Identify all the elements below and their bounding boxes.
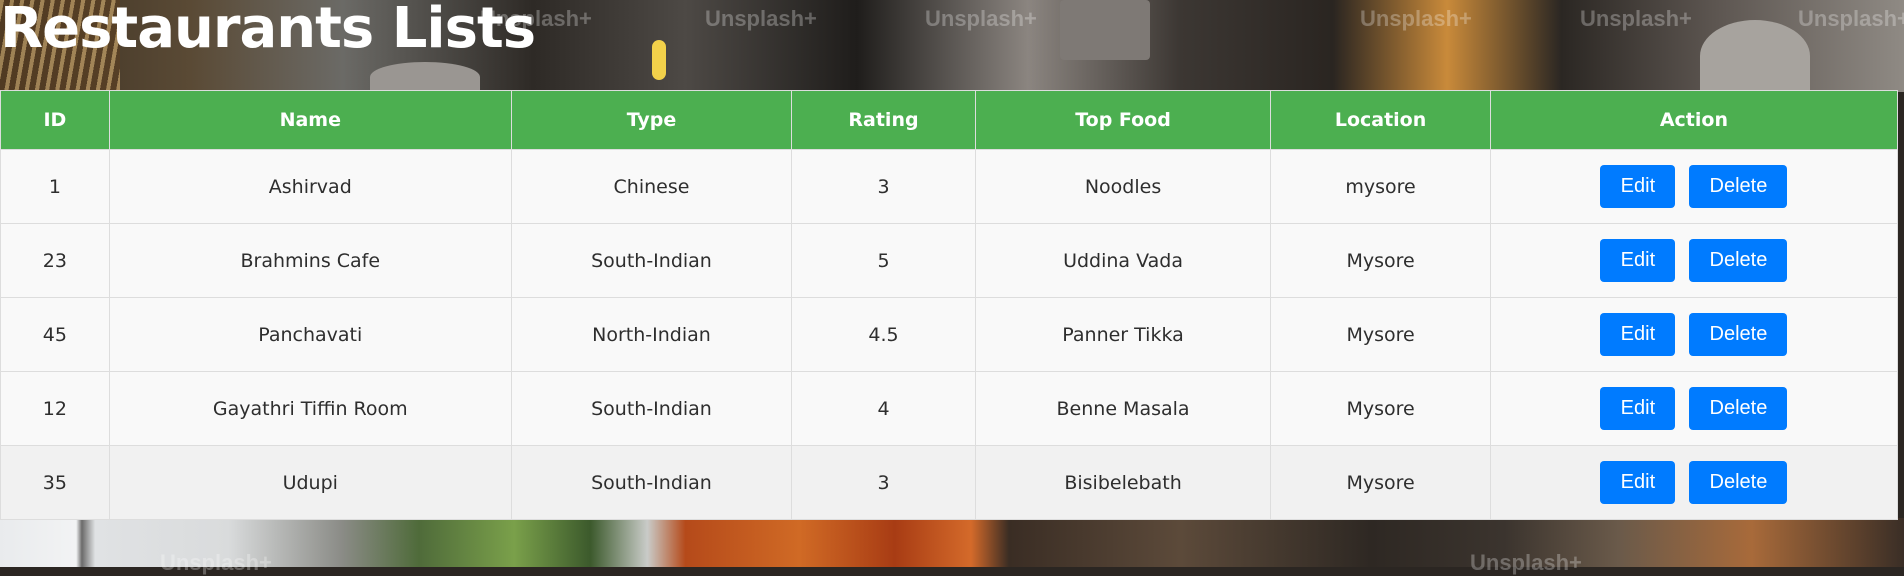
delete-button[interactable]: Delete [1689, 461, 1788, 504]
background-duct [370, 62, 480, 92]
cell-location: Mysore [1270, 445, 1491, 520]
cell-top-food: Benne Masala [974, 371, 1272, 446]
table-row: 35 Udupi South-Indian 3 Bisibelebath Mys… [0, 445, 1899, 520]
edit-button[interactable]: Edit [1600, 461, 1676, 504]
edit-button[interactable]: Edit [1600, 239, 1676, 282]
edit-button[interactable]: Edit [1600, 313, 1676, 356]
column-header-name: Name [108, 90, 512, 150]
delete-button[interactable]: Delete [1689, 165, 1788, 208]
table-row: 23 Brahmins Cafe South-Indian 5 Uddina V… [0, 223, 1899, 298]
cell-top-food: Noodles [974, 149, 1272, 224]
cell-action: Edit Delete [1489, 149, 1899, 224]
page-title: Restaurants Lists [0, 0, 536, 61]
column-header-action: Action [1489, 90, 1899, 150]
background-duct [1700, 20, 1810, 92]
cell-id: 23 [0, 223, 110, 298]
watermark-text: Unsplash+ [925, 6, 1037, 31]
cell-name: Ashirvad [108, 149, 512, 224]
cell-top-food: Panner Tikka [974, 297, 1272, 372]
cell-location: Mysore [1270, 371, 1491, 446]
delete-button[interactable]: Delete [1689, 313, 1788, 356]
cell-name: Udupi [108, 445, 512, 520]
cell-type: North-Indian [510, 297, 793, 372]
cell-location: Mysore [1270, 223, 1491, 298]
table-row: 1 Ashirvad Chinese 3 Noodles mysore Edit… [0, 149, 1899, 224]
cell-rating: 3 [791, 149, 976, 224]
cell-rating: 4 [791, 371, 976, 446]
cell-rating: 3 [791, 445, 976, 520]
cell-rating: 5 [791, 223, 976, 298]
edit-button[interactable]: Edit [1600, 387, 1676, 430]
column-header-rating: Rating [791, 90, 976, 150]
cell-rating: 4.5 [791, 297, 976, 372]
edit-button[interactable]: Edit [1600, 165, 1676, 208]
watermark-text: Unsplash+ [160, 550, 272, 575]
watermark-text: Unsplash+ [1798, 6, 1904, 31]
cell-top-food: Uddina Vada [974, 223, 1272, 298]
delete-button[interactable]: Delete [1689, 387, 1788, 430]
column-header-type: Type [510, 90, 793, 150]
watermark-text: Unsplash+ [1470, 550, 1582, 575]
cell-action: Edit Delete [1489, 445, 1899, 520]
column-header-id: ID [0, 90, 110, 150]
cell-id: 12 [0, 371, 110, 446]
cell-type: Chinese [510, 149, 793, 224]
table-row: 45 Panchavati North-Indian 4.5 Panner Ti… [0, 297, 1899, 372]
watermark-text: Unsplash+ [705, 6, 817, 31]
cell-id: 1 [0, 149, 110, 224]
column-header-location: Location [1270, 90, 1491, 150]
delete-button[interactable]: Delete [1689, 239, 1788, 282]
restaurants-table: ID Name Type Rating Top Food Location Ac… [0, 90, 1899, 520]
column-header-top-food: Top Food [974, 90, 1272, 150]
cell-name: Panchavati [108, 297, 512, 372]
cell-id: 45 [0, 297, 110, 372]
watermark-text: Unsplash+ [1580, 6, 1692, 31]
cell-name: Gayathri Tiffin Room [108, 371, 512, 446]
cell-action: Edit Delete [1489, 297, 1899, 372]
cell-type: South-Indian [510, 371, 793, 446]
cell-type: South-Indian [510, 223, 793, 298]
table-header-row: ID Name Type Rating Top Food Location Ac… [0, 90, 1899, 150]
cell-location: mysore [1270, 149, 1491, 224]
background-duct [1060, 0, 1150, 60]
cell-location: Mysore [1270, 297, 1491, 372]
cell-id: 35 [0, 445, 110, 520]
background-image-bottom [0, 518, 1904, 567]
cell-action: Edit Delete [1489, 223, 1899, 298]
cell-type: South-Indian [510, 445, 793, 520]
cell-action: Edit Delete [1489, 371, 1899, 446]
cell-name: Brahmins Cafe [108, 223, 512, 298]
table-row: 12 Gayathri Tiffin Room South-Indian 4 B… [0, 371, 1899, 446]
watermark-text: Unsplash+ [1360, 6, 1472, 31]
cell-top-food: Bisibelebath [974, 445, 1272, 520]
background-lamp [652, 40, 666, 80]
